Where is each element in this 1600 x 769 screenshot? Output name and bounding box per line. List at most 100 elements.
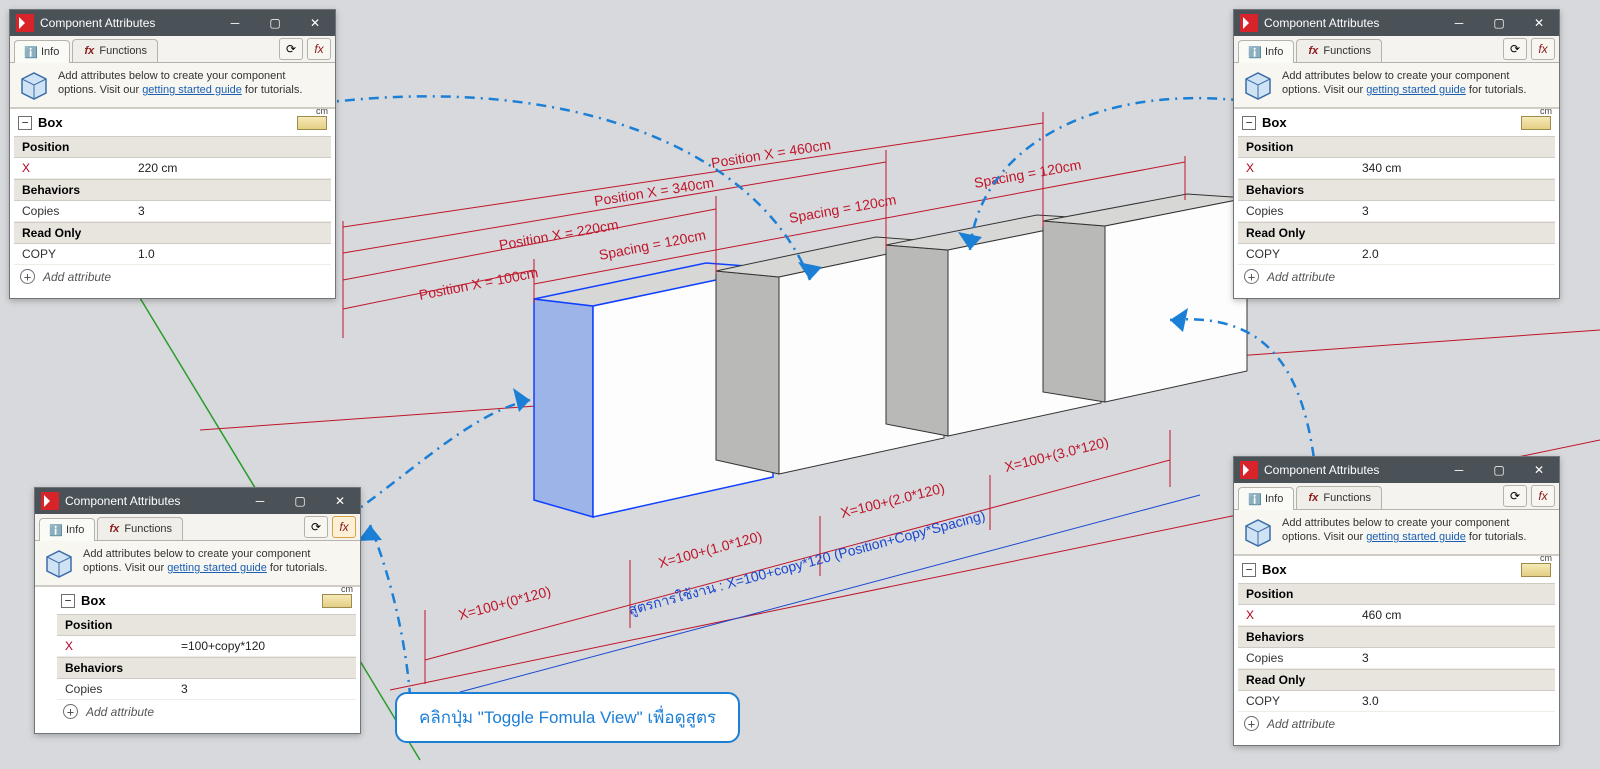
- attr-key-copy: COPY: [14, 244, 130, 264]
- row-copy: COPY 3.0: [1238, 691, 1555, 712]
- sketchup-icon: [1240, 461, 1258, 479]
- add-attribute[interactable]: + Add attribute: [1238, 265, 1555, 288]
- attr-key-x: X: [14, 158, 130, 178]
- units-icon[interactable]: [1521, 116, 1551, 130]
- close-button[interactable]: ✕: [295, 10, 335, 36]
- collapse-toggle[interactable]: −: [1242, 116, 1256, 130]
- dialog-bottom-left[interactable]: Component Attributes ─ ▢ ✕ ℹ️ Info fx Fu…: [34, 487, 361, 734]
- refresh-button[interactable]: ⟳: [1503, 485, 1527, 507]
- fx-icon: fx: [1307, 45, 1319, 57]
- minimize-button[interactable]: ─: [240, 488, 280, 514]
- maximize-button[interactable]: ▢: [1479, 457, 1519, 483]
- calc-3: X=100+(2.0*120): [839, 480, 946, 521]
- fx-icon: fx: [108, 523, 120, 535]
- tab-info[interactable]: ℹ️ Info: [1238, 487, 1294, 510]
- close-button[interactable]: ✕: [1519, 457, 1559, 483]
- tab-info[interactable]: ℹ️ Info: [39, 518, 95, 541]
- getting-started-link[interactable]: getting started guide: [1366, 84, 1466, 96]
- close-button[interactable]: ✕: [1519, 10, 1559, 36]
- info-icon: ℹ️: [1249, 46, 1261, 58]
- row-copies[interactable]: Copies 3: [1238, 201, 1555, 222]
- attribute-area: − Box Position X 220 cm Behaviors Copies…: [10, 108, 335, 298]
- row-x[interactable]: X 220 cm: [14, 158, 331, 179]
- collapse-toggle[interactable]: −: [61, 594, 75, 608]
- row-copies[interactable]: Copies 3: [14, 201, 331, 222]
- getting-started-link[interactable]: getting started guide: [142, 84, 242, 96]
- titlebar[interactable]: Component Attributes ─ ▢ ✕: [10, 10, 335, 36]
- add-attribute[interactable]: + Add attribute: [57, 700, 356, 723]
- row-copies[interactable]: Copies 3: [1238, 648, 1555, 669]
- hint-bar: Add attributes below to create your comp…: [1234, 63, 1559, 108]
- refresh-button[interactable]: ⟳: [304, 516, 328, 538]
- component-name[interactable]: Box: [1262, 115, 1287, 130]
- window-title: Component Attributes: [40, 16, 155, 30]
- add-attribute[interactable]: + Add attribute: [1238, 712, 1555, 735]
- window-title: Component Attributes: [1264, 16, 1379, 30]
- titlebar[interactable]: Component Attributes ─ ▢ ✕: [1234, 10, 1559, 36]
- getting-started-link[interactable]: getting started guide: [1366, 531, 1466, 543]
- dim-spacing-3: Spacing = 120cm: [973, 156, 1083, 191]
- tab-info[interactable]: ℹ️ Info: [1238, 40, 1294, 63]
- row-x[interactable]: X 460 cm: [1238, 605, 1555, 626]
- refresh-button[interactable]: ⟳: [1503, 38, 1527, 60]
- toggle-formula-button[interactable]: fx: [307, 38, 331, 60]
- tab-functions-label: Functions: [99, 45, 147, 57]
- row-copies[interactable]: Copies 3: [57, 679, 356, 700]
- maximize-button[interactable]: ▢: [1479, 10, 1519, 36]
- formula-rail: [460, 495, 1200, 692]
- collapse-toggle[interactable]: −: [18, 116, 32, 130]
- titlebar[interactable]: Component Attributes ─ ▢ ✕: [1234, 457, 1559, 483]
- dim-pos-1: Position X = 100cm: [418, 264, 540, 303]
- dim-pos-4: Position X = 460cm: [710, 136, 832, 171]
- attr-val-copy: 1.0: [130, 244, 331, 264]
- units-icon[interactable]: [322, 594, 352, 608]
- add-attribute-label: Add attribute: [43, 270, 111, 284]
- info-icon: ℹ️: [1249, 493, 1261, 505]
- tab-functions[interactable]: fx Functions: [72, 39, 158, 62]
- maximize-button[interactable]: ▢: [255, 10, 295, 36]
- minimize-button[interactable]: ─: [1439, 457, 1479, 483]
- hint-bar: Add attributes below to create your comp…: [10, 63, 335, 108]
- minimize-button[interactable]: ─: [1439, 10, 1479, 36]
- close-button[interactable]: ✕: [320, 488, 360, 514]
- dialog-bottom-right[interactable]: Component Attributes ─ ▢ ✕ ℹ️ Info fx Fu…: [1233, 456, 1560, 746]
- tab-functions[interactable]: fx Functions: [97, 517, 183, 540]
- units-icon[interactable]: [297, 116, 327, 130]
- dim-pos-3: Position X = 340cm: [593, 174, 715, 209]
- titlebar[interactable]: Component Attributes ─ ▢ ✕: [35, 488, 360, 514]
- tab-functions[interactable]: fx Functions: [1296, 39, 1382, 62]
- collapse-toggle[interactable]: −: [1242, 563, 1256, 577]
- viewport: Position X = 100cm Position X = 220cm Po…: [0, 0, 1600, 769]
- toggle-formula-button-active[interactable]: fx: [332, 516, 356, 538]
- units-icon[interactable]: [1521, 563, 1551, 577]
- attr-val-x[interactable]: 220 cm: [130, 158, 331, 178]
- info-icon: ℹ️: [25, 46, 37, 58]
- fx-icon: fx: [1307, 492, 1319, 504]
- group-readonly: Read Only: [14, 222, 331, 244]
- sketchup-icon: [1240, 14, 1258, 32]
- add-attribute[interactable]: + Add attribute: [14, 265, 331, 288]
- box-4[interactable]: [1043, 194, 1247, 402]
- toggle-formula-button[interactable]: fx: [1531, 485, 1555, 507]
- dialog-top-right[interactable]: Component Attributes ─ ▢ ✕ ℹ️ Info fx Fu…: [1233, 9, 1560, 299]
- tab-info[interactable]: ℹ️ Info: [14, 40, 70, 63]
- maximize-button[interactable]: ▢: [280, 488, 320, 514]
- toggle-formula-button[interactable]: fx: [1531, 38, 1555, 60]
- getting-started-link[interactable]: getting started guide: [167, 562, 267, 574]
- row-x[interactable]: X 340 cm: [1238, 158, 1555, 179]
- group-behaviors: Behaviors: [14, 179, 331, 201]
- component-name[interactable]: Box: [38, 115, 63, 130]
- attr-val-copies[interactable]: 3: [130, 201, 331, 221]
- refresh-button[interactable]: ⟳: [279, 38, 303, 60]
- row-x[interactable]: X =100+copy*120: [57, 636, 356, 657]
- row-copy: COPY 2.0: [1238, 244, 1555, 265]
- calc-2: X=100+(1.0*120): [657, 528, 764, 571]
- dim-spacing-2: Spacing = 120cm: [788, 191, 898, 226]
- fx-icon: fx: [83, 45, 95, 57]
- tab-functions[interactable]: fx Functions: [1296, 486, 1382, 509]
- tab-row: ℹ️ Info fx Functions ⟳ fx: [1234, 36, 1559, 63]
- dialog-top-left[interactable]: Component Attributes ─ ▢ ✕ ℹ️ Info fx Fu…: [9, 9, 336, 299]
- add-icon: +: [20, 269, 35, 284]
- minimize-button[interactable]: ─: [215, 10, 255, 36]
- component-icon: [43, 547, 75, 579]
